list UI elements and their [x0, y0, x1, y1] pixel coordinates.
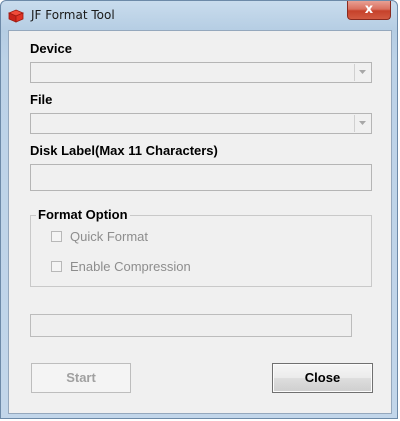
quick-format-checkbox[interactable]: Quick Format	[51, 229, 251, 245]
close-button[interactable]: Close	[272, 363, 373, 393]
disk-label-label: Disk Label(Max 11 Characters)	[30, 143, 218, 158]
enable-compression-checkbox-box[interactable]	[51, 261, 62, 272]
title-bar[interactable]: JF Format Tool x	[1, 1, 397, 29]
file-label: File	[30, 92, 53, 107]
quick-format-label: Quick Format	[70, 229, 149, 244]
format-tool-window: JF Format Tool x Device File Disk Label(…	[0, 0, 398, 419]
chevron-down-icon	[359, 70, 366, 74]
format-progress-bar	[30, 314, 352, 337]
device-dropdown-button[interactable]	[354, 64, 370, 81]
file-dropdown[interactable]	[30, 113, 372, 134]
format-option-title: Format Option	[36, 207, 130, 222]
close-icon: x	[364, 2, 374, 17]
dialog-client-area: Device File Disk Label(Max 11 Characters…	[8, 30, 392, 414]
quick-format-checkbox-box[interactable]	[51, 231, 62, 242]
enable-compression-checkbox[interactable]: Enable Compression	[51, 259, 271, 275]
disk-label-input[interactable]	[30, 164, 372, 191]
device-label: Device	[30, 41, 72, 56]
window-title: JF Format Tool	[31, 8, 115, 22]
start-button[interactable]: Start	[31, 363, 131, 393]
red-cube-icon	[7, 9, 25, 23]
enable-compression-label: Enable Compression	[70, 259, 191, 274]
file-dropdown-button[interactable]	[354, 115, 370, 132]
format-option-group: Format Option Quick Format Enable Compre…	[30, 207, 372, 287]
device-dropdown[interactable]	[30, 62, 372, 83]
chevron-down-icon	[359, 121, 366, 125]
window-close-button[interactable]: x	[347, 1, 391, 20]
